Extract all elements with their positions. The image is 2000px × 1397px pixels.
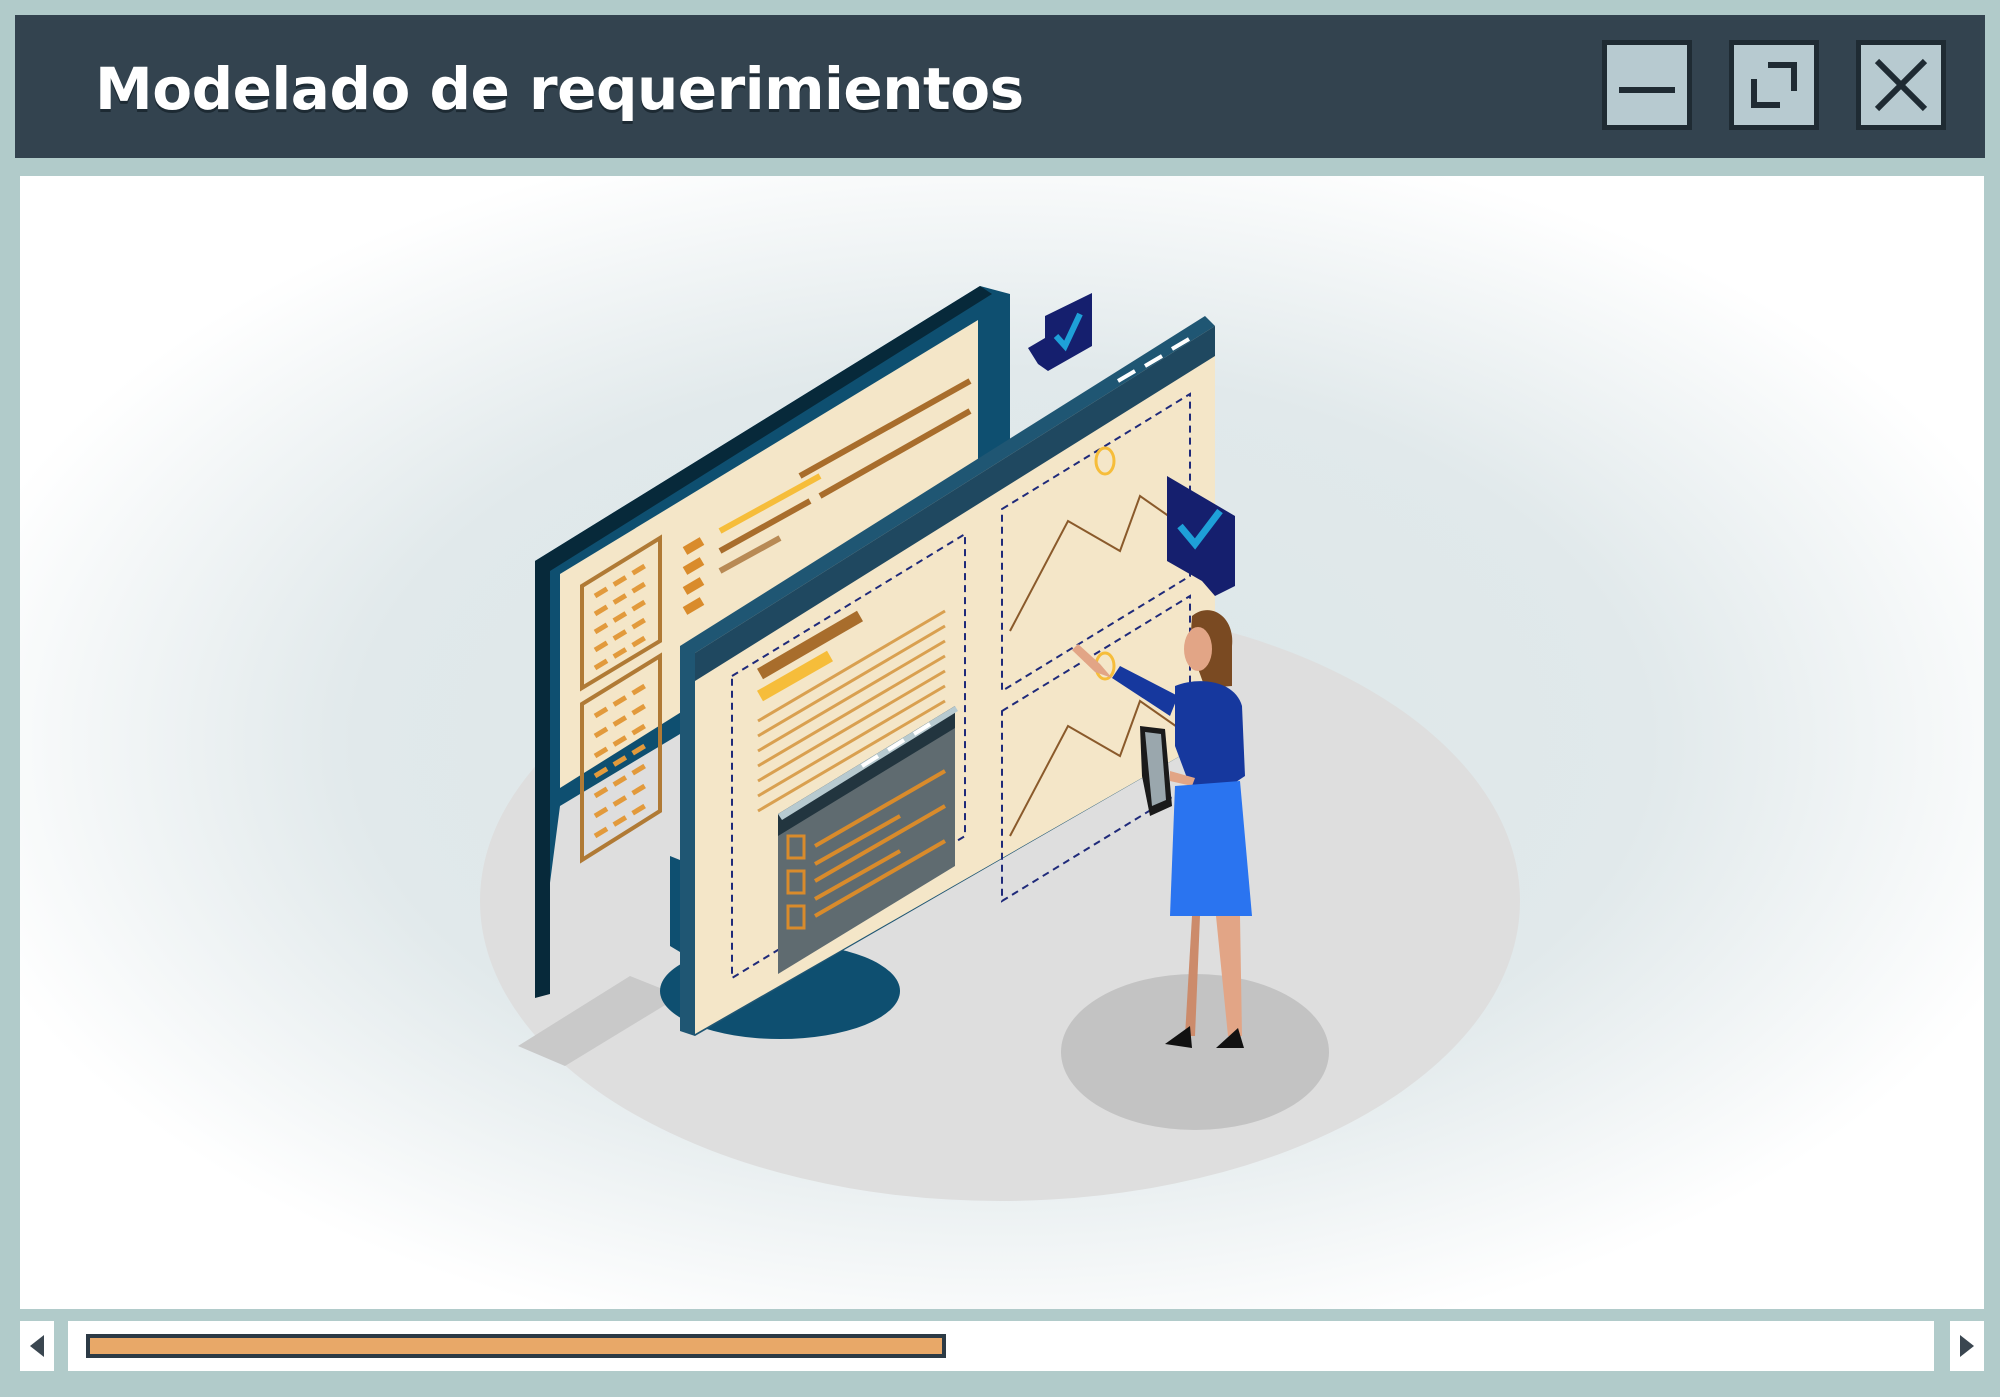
check-badge-icon <box>1028 293 1092 371</box>
title-bar: Modelado de requerimientos <box>15 15 1985 158</box>
restore-icon <box>1751 62 1797 108</box>
arrow-left-icon <box>30 1335 44 1357</box>
horizontal-scrollbar[interactable] <box>20 1321 1984 1371</box>
illustration-canvas <box>20 176 1984 1309</box>
scroll-left-button[interactable] <box>20 1321 54 1371</box>
scroll-track[interactable] <box>68 1321 1934 1371</box>
requirements-illustration <box>480 286 1520 1201</box>
restore-button[interactable] <box>1729 40 1819 130</box>
arrow-right-icon <box>1960 1335 1974 1357</box>
scroll-thumb[interactable] <box>86 1334 946 1358</box>
window-title: Modelado de requerimientos <box>95 55 1024 123</box>
app-window: Modelado de requerimientos <box>0 0 2000 1397</box>
close-button[interactable] <box>1856 40 1946 130</box>
close-icon <box>1874 58 1928 112</box>
minimize-icon <box>1619 87 1675 93</box>
scroll-right-button[interactable] <box>1950 1321 1984 1371</box>
minimize-button[interactable] <box>1602 40 1692 130</box>
